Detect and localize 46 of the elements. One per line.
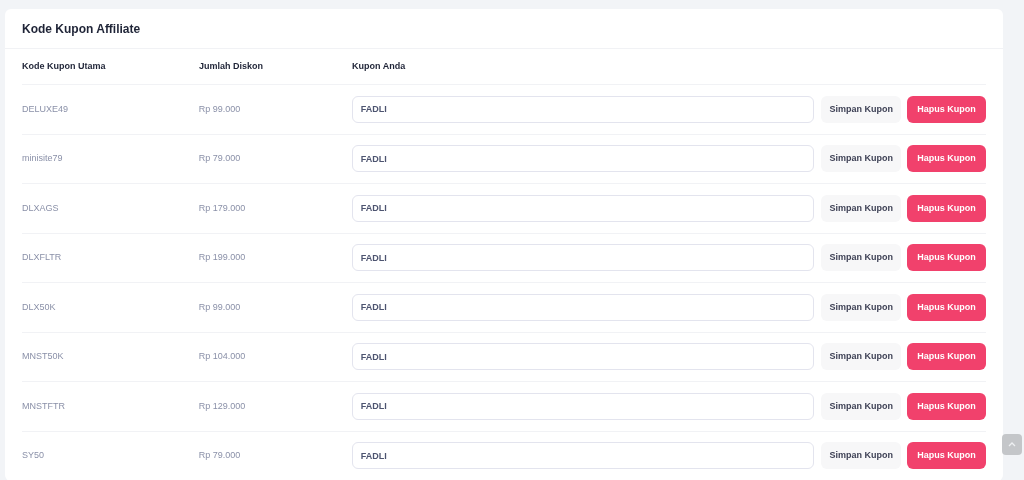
discount-amount: Rp 104.000 [198,350,247,363]
discount-amount: Rp 199.000 [198,251,247,264]
delete-coupon-button[interactable]: Hapus Kupon [907,194,987,222]
column-header: Kode Kupon Utama [22,59,107,73]
delete-coupon-button[interactable]: Hapus Kupon [907,95,987,123]
coupon-code: MNST50K [22,350,65,363]
discount-amount: Rp 129.000 [198,399,247,413]
discount-amount: Rp 179.000 [198,201,247,215]
coupon-input[interactable]: FADLI [351,293,815,321]
save-coupon-button[interactable]: Simpan Kupon [821,194,902,222]
delete-coupon-button[interactable]: Hapus Kupon [907,293,987,321]
save-coupon-button[interactable]: Simpan Kupon [821,343,902,371]
coupon-code: DLXAGS [22,201,60,215]
delete-coupon-button[interactable]: Hapus Kupon [907,145,987,173]
save-coupon-button[interactable]: Simpan Kupon [821,145,902,173]
delete-coupon-button[interactable]: Hapus Kupon [907,442,987,470]
save-coupon-button[interactable]: Simpan Kupon [821,293,902,321]
coupon-code: minisite79 [22,152,64,165]
coupon-input[interactable]: FADLI [351,392,815,420]
coupon-input[interactable]: FADLI [351,145,815,173]
discount-amount: Rp 99.000 [198,300,242,314]
column-header: Kupon Anda [352,59,406,73]
discount-amount: Rp 79.000 [198,152,242,165]
save-coupon-button[interactable]: Simpan Kupon [821,392,902,420]
coupon-code: DLXFLTR [22,251,63,264]
card-title: Kode Kupon Affiliate [22,20,141,38]
coupon-code: DLX50K [22,300,57,314]
coupon-code: DELUXE49 [22,102,70,116]
delete-coupon-button[interactable]: Hapus Kupon [907,343,987,371]
save-coupon-button[interactable]: Simpan Kupon [821,442,902,470]
coupon-input[interactable]: FADLI [351,194,815,222]
save-coupon-button[interactable]: Simpan Kupon [821,95,902,123]
discount-amount: Rp 99.000 [198,102,242,116]
coupon-input[interactable]: FADLI [351,343,815,371]
chevron-up-icon [1008,442,1016,447]
coupon-input[interactable]: FADLI [351,442,815,470]
coupon-code: SY50 [22,449,46,462]
scroll-top-button[interactable] [1002,434,1022,455]
discount-amount: Rp 79.000 [198,449,242,462]
coupon-input[interactable]: FADLI [351,95,815,123]
delete-coupon-button[interactable]: Hapus Kupon [907,244,987,272]
coupon-code: MNSTFTR [22,399,66,413]
column-header: Jumlah Diskon [199,59,264,73]
save-coupon-button[interactable]: Simpan Kupon [821,244,902,272]
coupon-input[interactable]: FADLI [351,244,815,272]
delete-coupon-button[interactable]: Hapus Kupon [907,392,987,420]
